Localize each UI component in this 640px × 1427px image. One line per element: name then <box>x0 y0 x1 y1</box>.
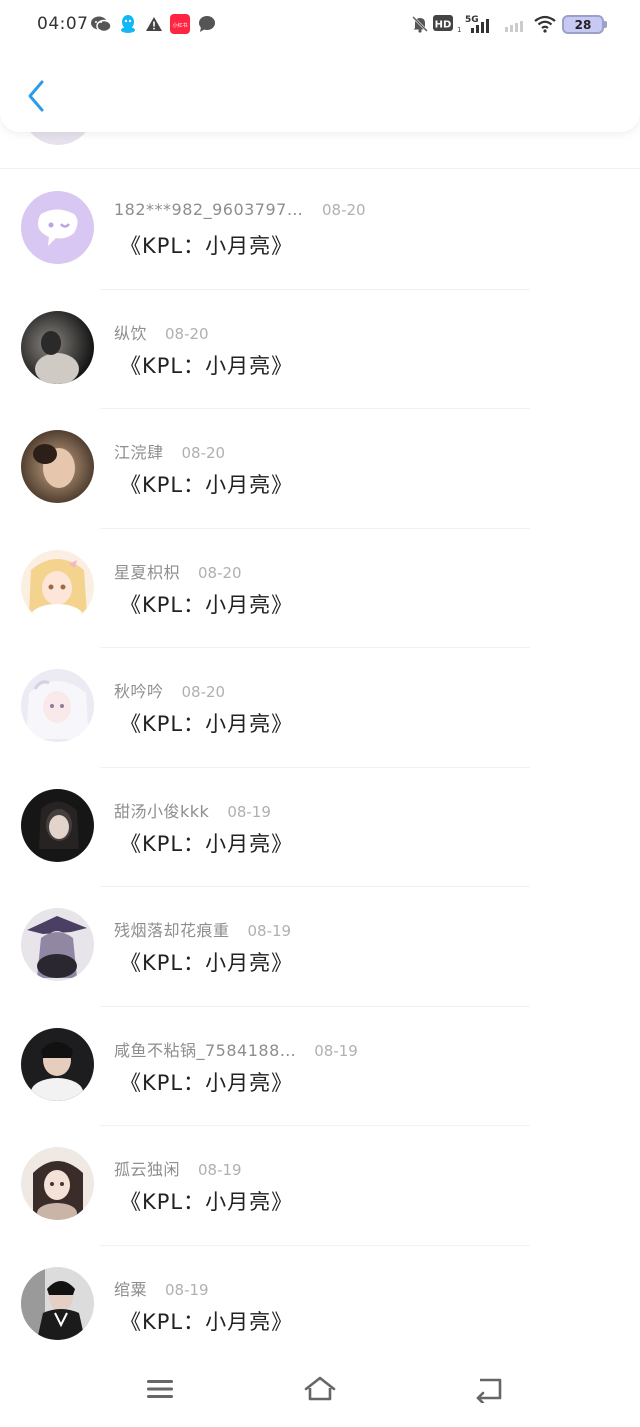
message-text: 《KPL：小月亮》 <box>120 353 294 378</box>
avatar <box>21 549 94 623</box>
list-item[interactable]: 孤云独闲 08-19 《KPL：小月亮》 <box>0 1126 640 1246</box>
list-item[interactable]: 甜汤小俊kkk 08-19 《KPL：小月亮》 <box>0 768 640 887</box>
item-meta: 星夏枳枳 08-20 <box>114 559 242 583</box>
svg-text:HD: HD <box>435 20 452 31</box>
list-item[interactable]: 秋吟吟 08-20 《KPL：小月亮》 <box>0 648 640 768</box>
avatar <box>21 1147 94 1220</box>
message-text: 《KPL：小月亮》 <box>120 592 294 617</box>
item-meta: 绾粟 08-19 <box>114 1276 209 1300</box>
list-item[interactable]: 星夏枳枳 08-20 《KPL：小月亮》 <box>0 529 640 648</box>
message-text: 《KPL：小月亮》 <box>120 712 294 736</box>
message-date: 08-20 <box>322 201 366 219</box>
battery-indicator: 28 <box>562 15 607 34</box>
sender-name: 咸鱼不粘锅_7584188… <box>114 1040 297 1060</box>
wifi-icon <box>532 14 558 34</box>
hd-icon: HD 1 <box>433 14 461 34</box>
avatar <box>21 669 94 742</box>
message-text: 《KPL：小月亮》 <box>120 1070 294 1095</box>
sender-name: 纵饮 <box>114 323 148 343</box>
svg-text:小红书: 小红书 <box>172 22 187 29</box>
item-meta: 秋吟吟 08-20 <box>114 678 225 702</box>
message-text: 《KPL：小月亮》 <box>120 473 294 497</box>
message-date: 08-19 <box>198 1161 242 1179</box>
message-text: 《KPL：小月亮》 <box>120 1309 294 1334</box>
avatar <box>21 191 94 264</box>
home-icon <box>304 1376 336 1401</box>
message-icon <box>197 14 217 34</box>
sender-name: 残烟落却花痕重 <box>114 921 230 940</box>
message-date: 08-20 <box>181 683 226 701</box>
sender-name: 甜汤小俊kkk <box>114 801 210 821</box>
message-date: 08-20 <box>165 324 209 343</box>
back-arrow-icon <box>476 1378 502 1403</box>
message-date: 08-19 <box>227 802 271 821</box>
sender-name: 绾粟 <box>114 1279 148 1299</box>
svg-text:5G: 5G <box>465 15 479 25</box>
avatar <box>21 430 94 503</box>
message-text: 《KPL：小月亮》 <box>120 1190 294 1214</box>
signal-5g-icon: 5G <box>465 12 495 36</box>
menu-button[interactable] <box>138 1369 182 1409</box>
sender-name: 星夏枳枳 <box>114 562 181 582</box>
divider <box>0 168 640 169</box>
mute-bell-icon <box>410 14 430 34</box>
message-date: 08-19 <box>165 1280 209 1299</box>
list-item[interactable]: 182***982_9603797830 08-20 《KPL：小月亮》 <box>0 170 640 290</box>
item-meta: 甜汤小俊kkk 08-19 <box>114 798 271 822</box>
sender-name: 江浣肆 <box>114 443 164 462</box>
chevron-left-icon <box>28 80 44 112</box>
list-item[interactable]: 残烟落却花痕重 08-19 《KPL：小月亮》 <box>0 887 640 1007</box>
menu-icon <box>147 1380 173 1398</box>
back-button[interactable] <box>18 74 54 118</box>
message-list: 182***982_9603797830 08-20 《KPL：小月亮》 纵饮 … <box>0 170 640 1365</box>
sender-name: 秋吟吟 <box>114 682 164 701</box>
message-text: 《KPL：小月亮》 <box>120 831 294 856</box>
item-meta: 咸鱼不粘锅_7584188… 08-19 <box>114 1037 358 1061</box>
message-date: 08-20 <box>198 563 242 582</box>
message-text: 《KPL：小月亮》 <box>120 951 294 975</box>
list-item[interactable]: 咸鱼不粘锅_7584188… 08-19 《KPL：小月亮》 <box>0 1007 640 1126</box>
item-meta: 182***982_9603797830 08-20 <box>114 200 366 219</box>
warning-icon <box>144 14 164 34</box>
item-meta: 残烟落却花痕重 08-19 <box>114 917 291 941</box>
message-date: 08-20 <box>181 444 226 462</box>
signal-empty-icon <box>504 14 528 34</box>
wechat-icon <box>90 14 112 34</box>
sender-name: 182***982_9603797830 <box>114 200 304 219</box>
svg-text:1: 1 <box>457 26 461 34</box>
message-text: 《KPL：小月亮》 <box>120 234 294 258</box>
status-bar: 04:07 小红书 HD 1 5G 28 <box>0 0 640 50</box>
avatar <box>21 908 94 981</box>
status-time: 04:07 <box>37 14 89 34</box>
message-date: 08-19 <box>314 1041 358 1060</box>
system-back-button[interactable] <box>466 1369 510 1409</box>
qq-icon <box>118 14 138 34</box>
list-item[interactable]: 纵饮 08-20 《KPL：小月亮》 <box>0 290 640 409</box>
avatar <box>21 310 94 384</box>
xiaohongshu-icon: 小红书 <box>170 14 190 34</box>
avatar <box>21 1027 94 1101</box>
navigation-bar <box>0 1355 640 1427</box>
home-button[interactable] <box>298 1369 342 1409</box>
item-meta: 纵饮 08-20 <box>114 320 209 344</box>
avatar <box>21 1266 94 1340</box>
message-date: 08-19 <box>247 922 292 940</box>
sender-name: 孤云独闲 <box>114 1160 181 1179</box>
avatar <box>21 788 94 862</box>
list-item[interactable]: 绾粟 08-19 《KPL：小月亮》 <box>0 1246 640 1366</box>
item-meta: 孤云独闲 08-19 <box>114 1156 242 1180</box>
list-item[interactable]: 江浣肆 08-20 《KPL：小月亮》 <box>0 409 640 529</box>
item-meta: 江浣肆 08-20 <box>114 439 225 463</box>
